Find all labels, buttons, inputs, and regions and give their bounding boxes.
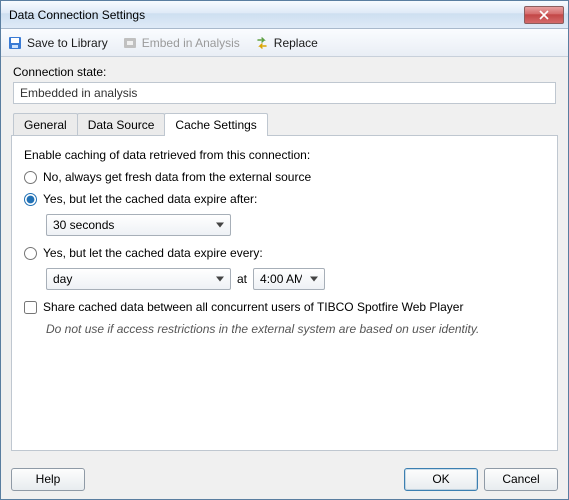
radio-expire-every-input[interactable] bbox=[24, 247, 37, 260]
tab-strip: General Data Source Cache Settings bbox=[11, 112, 558, 135]
share-cache-checkbox[interactable] bbox=[24, 301, 37, 314]
content-area: Connection state: Embedded in analysis G… bbox=[1, 57, 568, 459]
radio-expire-after-input[interactable] bbox=[24, 193, 37, 206]
save-icon bbox=[7, 35, 23, 51]
share-cache-note: Do not use if access restrictions in the… bbox=[46, 322, 545, 336]
cache-heading: Enable caching of data retrieved from th… bbox=[24, 148, 545, 162]
cache-settings-panel: Enable caching of data retrieved from th… bbox=[11, 135, 558, 451]
connection-state-label: Connection state: bbox=[13, 65, 556, 79]
ok-button[interactable]: OK bbox=[404, 468, 478, 491]
radio-no-cache-input[interactable] bbox=[24, 171, 37, 184]
cancel-button[interactable]: Cancel bbox=[484, 468, 558, 491]
titlebar: Data Connection Settings bbox=[1, 1, 568, 29]
radio-no-cache-label: No, always get fresh data from the exter… bbox=[43, 170, 311, 184]
share-cache-label: Share cached data between all concurrent… bbox=[43, 300, 463, 314]
embed-icon bbox=[122, 35, 138, 51]
expire-every-select[interactable]: day bbox=[46, 268, 231, 290]
radio-expire-every[interactable]: Yes, but let the cached data expire ever… bbox=[24, 246, 545, 260]
share-cache-checkbox-row[interactable]: Share cached data between all concurrent… bbox=[24, 300, 545, 314]
embed-label: Embed in Analysis bbox=[142, 36, 240, 50]
replace-label: Replace bbox=[274, 36, 318, 50]
expire-after-select[interactable]: 30 seconds bbox=[46, 214, 231, 236]
radio-expire-every-label: Yes, but let the cached data expire ever… bbox=[43, 246, 263, 260]
close-icon bbox=[539, 10, 549, 20]
connection-state-value: Embedded in analysis bbox=[13, 82, 556, 104]
replace-icon bbox=[254, 35, 270, 51]
replace-button[interactable]: Replace bbox=[254, 35, 318, 51]
embed-in-analysis-button: Embed in Analysis bbox=[122, 35, 240, 51]
close-button[interactable] bbox=[524, 6, 564, 24]
save-to-library-button[interactable]: Save to Library bbox=[7, 35, 108, 51]
tab-data-source[interactable]: Data Source bbox=[77, 113, 166, 136]
radio-no-cache[interactable]: No, always get fresh data from the exter… bbox=[24, 170, 545, 184]
dialog-window: Data Connection Settings Save to Library bbox=[0, 0, 569, 500]
save-label: Save to Library bbox=[27, 36, 108, 50]
tab-general[interactable]: General bbox=[13, 113, 78, 136]
radio-expire-after[interactable]: Yes, but let the cached data expire afte… bbox=[24, 192, 545, 206]
toolbar: Save to Library Embed in Analysis Replac… bbox=[1, 29, 568, 57]
window-title: Data Connection Settings bbox=[9, 8, 524, 22]
dialog-footer: Help OK Cancel bbox=[1, 459, 568, 499]
help-button[interactable]: Help bbox=[11, 468, 85, 491]
radio-expire-after-label: Yes, but let the cached data expire afte… bbox=[43, 192, 257, 206]
tab-cache-settings[interactable]: Cache Settings bbox=[164, 113, 267, 136]
at-label: at bbox=[237, 272, 247, 286]
expire-time-select[interactable]: 4:00 AM bbox=[253, 268, 325, 290]
